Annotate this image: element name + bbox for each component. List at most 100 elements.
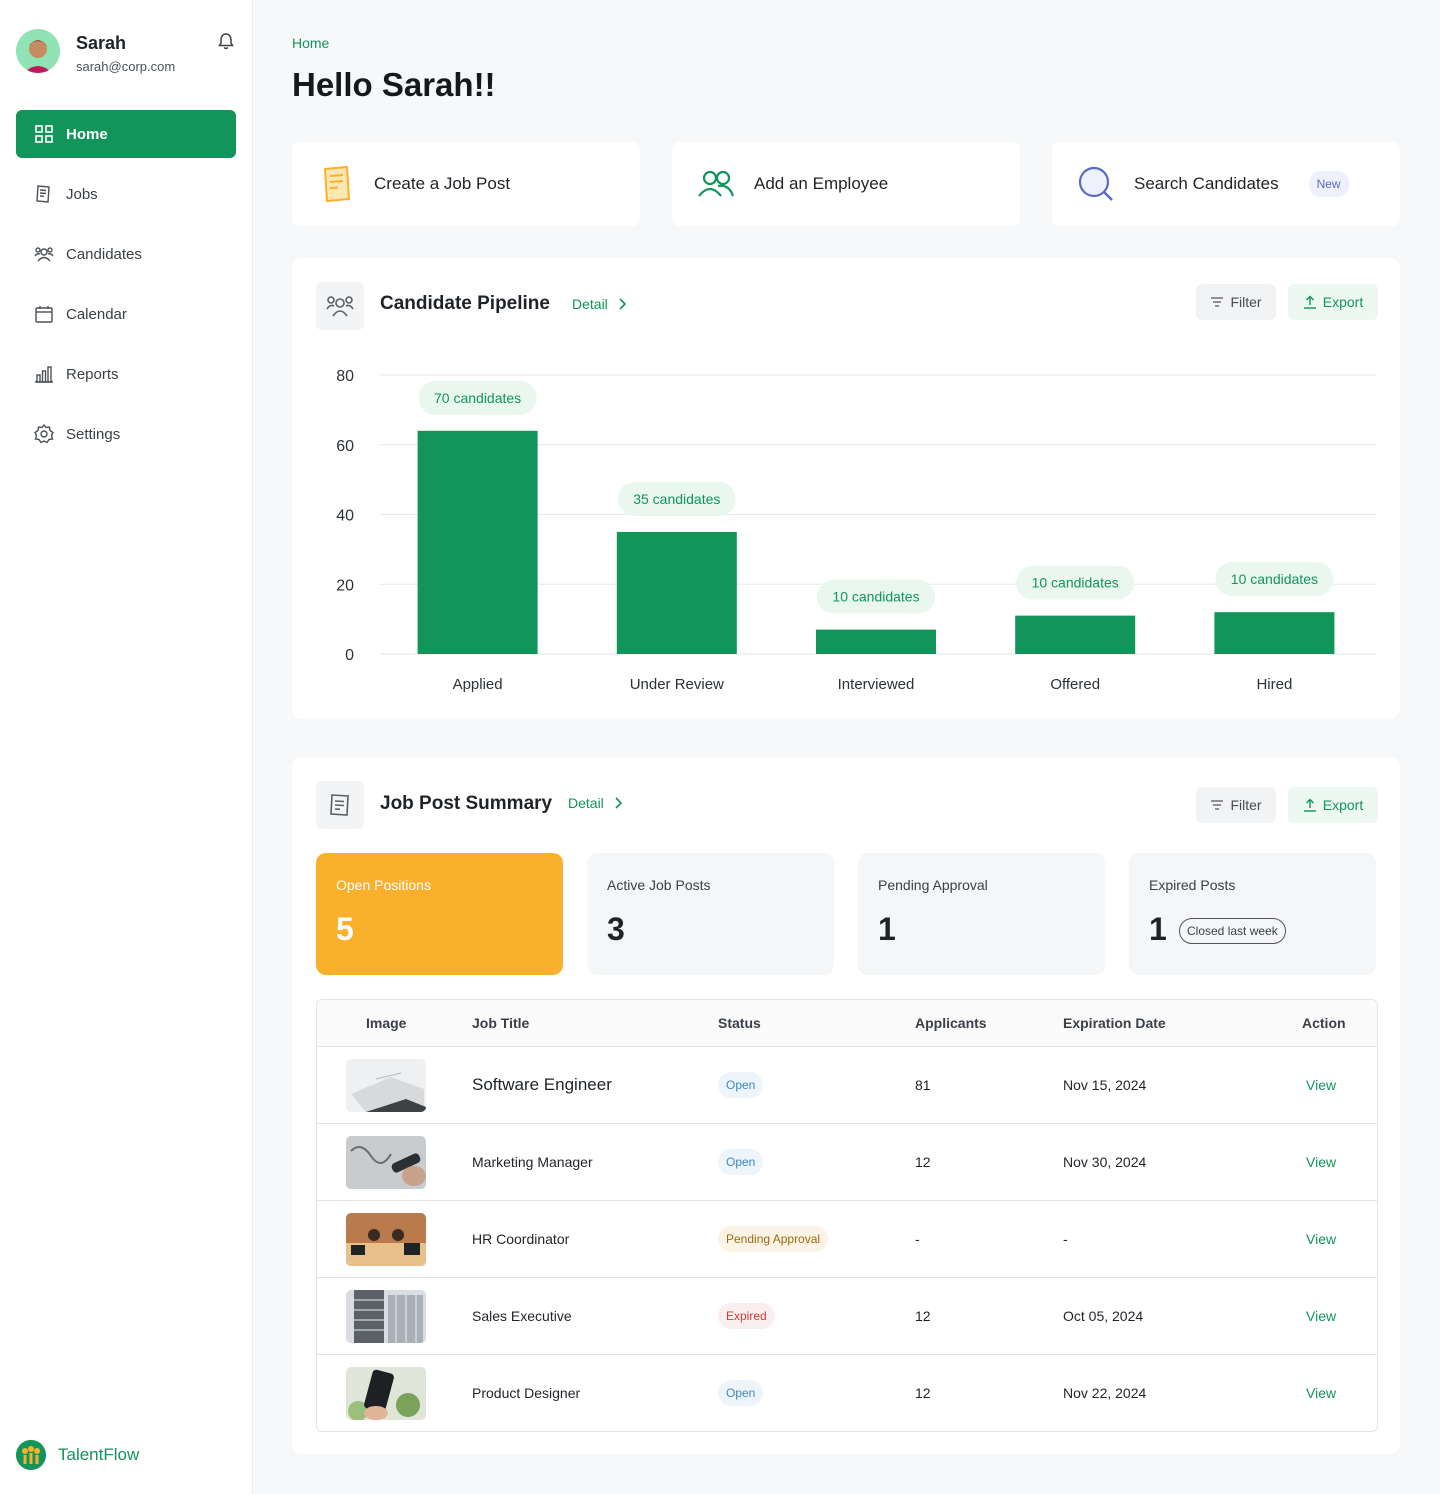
- summary-filter-button[interactable]: Filter: [1196, 787, 1276, 823]
- search-candidates-card[interactable]: Search Candidates New: [1052, 142, 1400, 226]
- job-thumbnail: [346, 1058, 426, 1112]
- column-header-status: Status: [718, 1015, 761, 1031]
- table-header-row: Image Job Title Status Applicants Expira…: [317, 1000, 1377, 1046]
- status-badge: Open: [718, 1072, 764, 1098]
- summary-title: Job Post Summary: [380, 793, 553, 814]
- profile-name: Sarah: [76, 33, 127, 53]
- bar[interactable]: [417, 430, 538, 654]
- table-row[interactable]: Software Engineer Open 81 Nov 15, 2024 V…: [317, 1046, 1377, 1123]
- view-link[interactable]: View: [1306, 1231, 1336, 1247]
- job-thumbnail: [346, 1135, 426, 1189]
- applicants-count: 12: [915, 1385, 931, 1401]
- users-icon: [34, 247, 54, 262]
- bar[interactable]: [1214, 612, 1335, 654]
- bar-chart-icon: [35, 366, 53, 383]
- expiration-date: Nov 22, 2024: [1063, 1385, 1147, 1401]
- job-title: HR Coordinator: [472, 1231, 570, 1247]
- view-link[interactable]: View: [1306, 1077, 1336, 1093]
- table-row[interactable]: Marketing Manager Open 12 Nov 30, 2024 V…: [317, 1123, 1377, 1200]
- data-label: 35 candidates: [633, 491, 720, 507]
- stat-value: 3: [607, 911, 625, 947]
- sidebar-item-jobs[interactable]: Jobs: [16, 170, 236, 218]
- x-tick-label: Applied: [453, 676, 503, 693]
- bar[interactable]: [1015, 615, 1136, 654]
- user-profile[interactable]: Sarah sarah@corp.com: [16, 29, 238, 75]
- closed-last-week-badge: Closed last week: [1179, 918, 1286, 944]
- sidebar-nav: Home Jobs Candidates Calendar Reports Se…: [16, 110, 236, 470]
- data-label: 10 candidates: [1032, 575, 1119, 591]
- document-icon: [330, 794, 349, 816]
- breadcrumb[interactable]: Home: [292, 35, 329, 51]
- y-tick-label: 0: [345, 647, 354, 664]
- sidebar: Sarah sarah@corp.com Home Jobs Candidate…: [0, 0, 253, 1494]
- y-tick-label: 20: [336, 577, 354, 594]
- stat-expired-posts[interactable]: Expired Posts 1 Closed last week: [1129, 853, 1376, 975]
- column-header-image: Image: [366, 1015, 407, 1031]
- expiration-date: -: [1063, 1231, 1068, 1247]
- stat-label: Open Positions: [336, 877, 431, 893]
- sidebar-item-label: Home: [66, 125, 108, 143]
- sidebar-item-label: Settings: [66, 425, 121, 443]
- sidebar-item-label: Jobs: [66, 185, 98, 203]
- table-row[interactable]: Product Designer Open 12 Nov 22, 2024 Vi…: [317, 1354, 1377, 1431]
- new-badge: New: [1308, 171, 1349, 197]
- stat-open-positions[interactable]: Open Positions 5: [316, 853, 563, 975]
- chevron-right-icon: [615, 797, 622, 809]
- bar[interactable]: [616, 531, 737, 654]
- sidebar-item-reports[interactable]: Reports: [16, 350, 236, 398]
- y-tick-label: 40: [336, 508, 354, 525]
- bell-icon[interactable]: [216, 31, 236, 51]
- job-title: Product Designer: [472, 1385, 581, 1401]
- expiration-date: Oct 05, 2024: [1063, 1308, 1144, 1324]
- add-employee-card[interactable]: Add an Employee: [672, 142, 1020, 226]
- detail-label: Detail: [568, 795, 604, 811]
- column-header-expiration-date: Expiration Date: [1063, 1015, 1166, 1031]
- sidebar-item-label: Calendar: [66, 305, 127, 323]
- document-icon: [36, 185, 50, 203]
- brand[interactable]: TalentFlow: [16, 1440, 139, 1470]
- stat-active-job-posts[interactable]: Active Job Posts 3: [587, 853, 834, 975]
- export-label: Export: [1322, 797, 1364, 813]
- summary-export-button[interactable]: Export: [1288, 787, 1378, 823]
- job-title: Marketing Manager: [472, 1154, 593, 1170]
- data-label: 10 candidates: [832, 589, 919, 605]
- filter-icon: [1211, 800, 1224, 810]
- view-link[interactable]: View: [1306, 1385, 1336, 1401]
- candidate-pipeline-panel: Candidate Pipeline Detail Filter Export …: [292, 258, 1400, 719]
- quick-action-label: Add an Employee: [754, 174, 889, 193]
- calendar-icon: [35, 306, 53, 323]
- x-tick-label: Interviewed: [838, 676, 915, 693]
- sidebar-item-candidates[interactable]: Candidates: [16, 230, 236, 278]
- gear-icon: [34, 424, 54, 444]
- bar[interactable]: [816, 629, 936, 654]
- view-link[interactable]: View: [1306, 1308, 1336, 1324]
- grid-icon: [35, 125, 53, 143]
- stat-label: Active Job Posts: [607, 877, 711, 893]
- sidebar-item-calendar[interactable]: Calendar: [16, 290, 236, 338]
- stat-value: 5: [336, 911, 354, 947]
- sidebar-item-label: Candidates: [66, 245, 142, 263]
- quick-action-label: Create a Job Post: [374, 174, 511, 193]
- table-row[interactable]: HR Coordinator Pending Approval - - View: [317, 1200, 1377, 1277]
- talentflow-logo: [16, 1440, 46, 1470]
- x-tick-label: Under Review: [630, 676, 724, 693]
- summary-detail-link[interactable]: Detail: [568, 795, 626, 811]
- document-icon: [323, 165, 351, 203]
- status-badge: Expired: [718, 1303, 775, 1329]
- column-header-applicants: Applicants: [915, 1015, 987, 1031]
- users-icon: [698, 170, 735, 197]
- create-job-post-card[interactable]: Create a Job Post: [292, 142, 640, 226]
- job-post-summary-panel: Job Post Summary Detail Filter Export Op…: [292, 757, 1400, 1454]
- stat-label: Pending Approval: [878, 877, 988, 893]
- sidebar-item-settings[interactable]: Settings: [16, 410, 236, 458]
- y-tick-label: 60: [336, 438, 354, 455]
- stat-pending-approval[interactable]: Pending Approval 1: [858, 853, 1105, 975]
- y-tick-label: 80: [336, 368, 354, 385]
- job-thumbnail: [346, 1289, 426, 1343]
- sidebar-item-home[interactable]: Home: [16, 110, 236, 158]
- brand-name: TalentFlow: [58, 1445, 140, 1464]
- applicants-count: 12: [915, 1154, 931, 1170]
- table-row[interactable]: Sales Executive Expired 12 Oct 05, 2024 …: [317, 1277, 1377, 1354]
- x-tick-label: Offered: [1050, 676, 1100, 693]
- view-link[interactable]: View: [1306, 1154, 1336, 1170]
